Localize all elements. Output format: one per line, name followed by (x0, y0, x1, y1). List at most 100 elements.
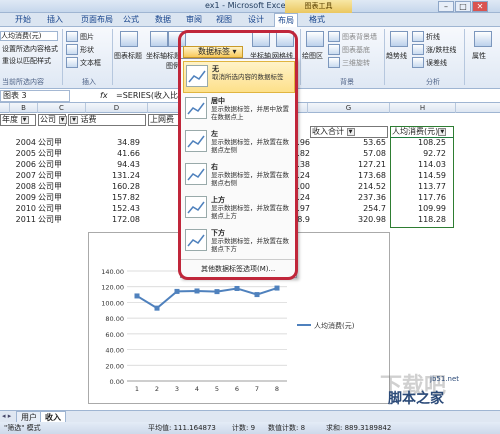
reset-style-button[interactable]: 重设以匹配样式 (2, 56, 51, 66)
format-selection-button[interactable]: 设置所选内容格式 (2, 44, 58, 54)
tab-insert[interactable]: 插入 (44, 13, 66, 27)
chart-title-button[interactable]: 图表标题 (114, 51, 142, 61)
cell-company[interactable]: 公司甲 (38, 159, 72, 170)
lines-icon (412, 31, 424, 42)
maximize-button[interactable]: □ (455, 1, 471, 12)
tab-home[interactable]: 开始 (12, 13, 34, 27)
cell-total[interactable]: 320.98 (318, 214, 386, 225)
cell-phone[interactable]: 152.43 (90, 203, 140, 214)
plot-area-button[interactable]: 绘图区 (302, 51, 323, 61)
tab-view[interactable]: 视图 (213, 13, 235, 27)
cell-avg[interactable]: 113.77 (396, 181, 446, 192)
cell-year[interactable]: 2009 (10, 192, 36, 203)
cell-avg[interactable]: 109.99 (396, 203, 446, 214)
tab-design[interactable]: 设计 (245, 13, 267, 27)
filter-dropdown-icon[interactable]: ▼ (58, 115, 67, 124)
tab-format[interactable]: 格式 (306, 13, 328, 27)
lines-button[interactable]: 折线 (426, 32, 440, 42)
filter-dropdown-icon[interactable]: ▼ (346, 127, 355, 136)
data-label-option[interactable]: 右显示数据标签，并放置在数据点右侧 (183, 160, 295, 192)
filter-dropdown-icon[interactable]: ▼ (20, 115, 29, 124)
3d-rotation-button[interactable]: 三维旋转 (342, 58, 370, 68)
cell-phone[interactable]: 131.24 (90, 170, 140, 181)
chart-floor-button[interactable]: 图表基底 (342, 45, 370, 55)
cell-total[interactable]: 127.21 (318, 159, 386, 170)
series-line (136, 287, 278, 310)
cell-company[interactable]: 公司甲 (38, 192, 72, 203)
column-header-d[interactable]: D (86, 103, 148, 113)
data-label-option[interactable]: 无取消所选内容的数据标签 (183, 61, 295, 93)
cell-company[interactable]: 公司甲 (38, 137, 72, 148)
cell-avg[interactable]: 92.72 (396, 148, 446, 159)
column-header-h[interactable]: H (390, 103, 456, 113)
cell-phone[interactable]: 41.66 (90, 148, 140, 159)
cell-year[interactable]: 2008 (10, 181, 36, 192)
cell-total[interactable]: 53.65 (318, 137, 386, 148)
cell-avg[interactable]: 118.28 (396, 214, 446, 225)
tab-review[interactable]: 审阅 (183, 13, 205, 27)
cell-company[interactable]: 公司甲 (38, 214, 72, 225)
cell-year[interactable]: 2007 (10, 170, 36, 181)
updown-bars-button[interactable]: 涨/跌柱线 (426, 45, 456, 55)
cell-year[interactable]: 2005 (10, 148, 36, 159)
cell-phone[interactable]: 160.28 (90, 181, 140, 192)
cell-company[interactable]: 公司甲 (38, 170, 72, 181)
tab-layout[interactable]: 布局 (274, 13, 298, 28)
data-label-preview-icon (185, 97, 207, 119)
cell-phone[interactable]: 157.82 (90, 192, 140, 203)
cell-phone[interactable]: 172.08 (90, 214, 140, 225)
cell-total[interactable]: 173.68 (318, 170, 386, 181)
tab-data[interactable]: 数据 (152, 13, 174, 27)
more-data-label-options[interactable]: 其他数据标签选项(M)... (201, 264, 275, 274)
data-label-option[interactable]: 左显示数据标签，并放置在数据点左侧 (183, 127, 295, 159)
sheet-nav-icons[interactable]: ◂ ▸ (2, 412, 11, 420)
cell-avg[interactable]: 114.03 (396, 159, 446, 170)
cell-year[interactable]: 2011 (10, 214, 36, 225)
error-bars-button[interactable]: 误差线 (426, 58, 447, 68)
close-button[interactable]: ✕ (472, 1, 488, 12)
fx-icon[interactable]: fx (100, 89, 108, 103)
cell-company[interactable]: 公司甲 (38, 148, 72, 159)
trendline-button[interactable]: 趋势线 (386, 51, 407, 61)
cell-phone[interactable]: 94.43 (90, 159, 140, 170)
cell-company[interactable]: 公司甲 (38, 203, 72, 214)
data-label-option[interactable]: 上方 显示数据标签，并放置在数据点上方 (183, 193, 295, 225)
cell-year[interactable]: 2004 (10, 137, 36, 148)
formula-input[interactable]: =SERIES(收入比 (116, 89, 178, 103)
data-labels-dropdown-button[interactable]: 数据标签 ▾ (183, 46, 243, 58)
column-header-g[interactable]: G (308, 103, 390, 113)
cell-company[interactable]: 公司甲 (38, 181, 72, 192)
textbox-button[interactable]: 文本框 (80, 58, 101, 68)
filter-active-icon[interactable]: ▼ (70, 115, 78, 124)
cell-avg[interactable]: 117.76 (396, 192, 446, 203)
corner-cell[interactable] (0, 103, 10, 113)
cell-total[interactable]: 214.52 (318, 181, 386, 192)
cell-total[interactable]: 237.36 (318, 192, 386, 203)
column-header-c[interactable]: C (38, 103, 86, 113)
name-box[interactable]: 图表 3 (0, 90, 70, 102)
column-header-b[interactable]: B (10, 103, 38, 113)
cell-year[interactable]: 2010 (10, 203, 36, 214)
minimize-button[interactable]: – (438, 1, 454, 12)
current-selection-dropdown[interactable]: 人均消费(元) (0, 31, 58, 41)
tab-page-layout[interactable]: 页面布局 (78, 13, 116, 27)
legend-button[interactable]: 图例 (166, 61, 180, 71)
chart-wall-button[interactable]: 图表背景墙 (342, 32, 377, 42)
data-label-option[interactable]: 居中 显示数据标签，并居中放置在数据点上 (183, 94, 295, 126)
cell-total[interactable]: 254.7 (318, 203, 386, 214)
cell-avg[interactable]: 114.59 (396, 170, 446, 181)
cell-avg[interactable]: 108.25 (396, 137, 446, 148)
textbox-icon (66, 57, 78, 68)
x-tick-label: 4 (195, 385, 199, 393)
cell-year[interactable]: 2006 (10, 159, 36, 170)
axis-title-button[interactable]: 坐标轴标题 (146, 51, 181, 61)
data-label-option[interactable]: 下方 显示数据标签，并放置在数据点下方 (183, 226, 295, 258)
shapes-button[interactable]: 形状 (80, 45, 94, 55)
tab-formulas[interactable]: 公式 (120, 13, 142, 27)
group-analysis: 分析 (426, 78, 440, 86)
cell-total[interactable]: 57.08 (318, 148, 386, 159)
properties-button[interactable]: 属性 (472, 51, 486, 61)
filter-dropdown-icon[interactable]: ▼ (438, 127, 447, 136)
picture-button[interactable]: 图片 (80, 32, 94, 42)
cell-phone[interactable]: 34.89 (90, 137, 140, 148)
